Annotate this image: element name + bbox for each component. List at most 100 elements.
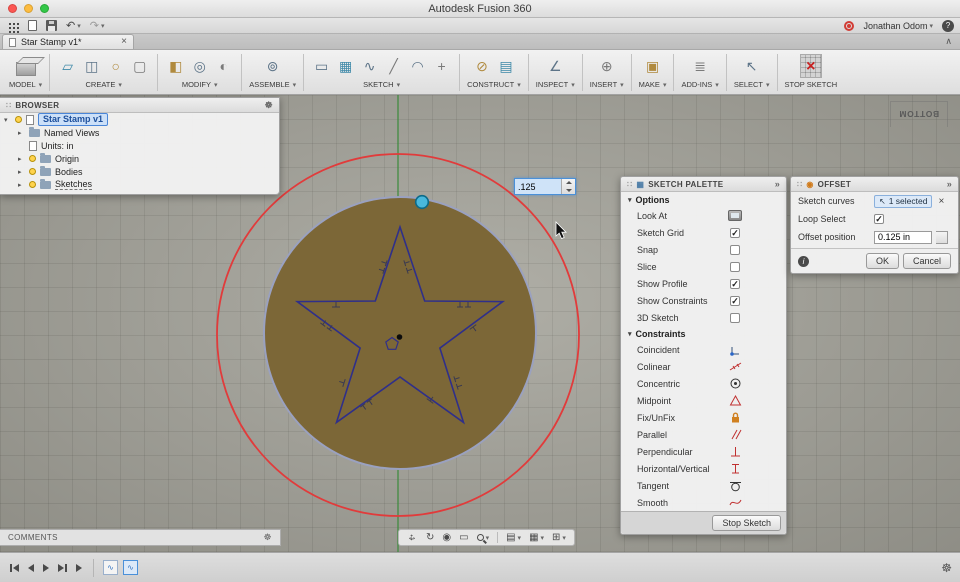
constraint-concentric[interactable]: Concentric bbox=[621, 375, 786, 392]
data-panel-icon[interactable] bbox=[9, 23, 11, 25]
toolbar-menu-select[interactable]: SELECT▾ bbox=[734, 80, 770, 89]
pattern-tool-icon[interactable]: ▦ bbox=[335, 54, 356, 78]
fillet-icon[interactable]: ◎ bbox=[189, 54, 210, 78]
cancel-button[interactable]: Cancel bbox=[903, 253, 951, 269]
offset-distance-stepper[interactable] bbox=[561, 179, 575, 194]
sketch-palette-header[interactable]: ∷ ▦ SKETCH PALETTE » bbox=[621, 177, 786, 192]
loop-select-checkbox[interactable]: ✓ bbox=[874, 214, 884, 224]
constraint-smooth[interactable]: Smooth bbox=[621, 494, 786, 511]
viewports-menu[interactable]: ⊞▾ bbox=[552, 532, 566, 543]
browser-item-label[interactable]: Named Views bbox=[44, 128, 99, 138]
show-profile-checkbox[interactable]: ✓ bbox=[730, 279, 740, 289]
timeline-feature-sketch-active[interactable]: ∿ bbox=[123, 560, 138, 575]
chevron-up-icon[interactable]: ∧ bbox=[945, 36, 958, 49]
visibility-bulb-icon[interactable] bbox=[15, 116, 22, 123]
3d-sketch-checkbox[interactable] bbox=[730, 313, 740, 323]
browser-item-label[interactable]: Star Stamp v1 bbox=[38, 113, 108, 126]
undo-button[interactable]: ↶ ▾ bbox=[66, 19, 81, 33]
gear-icon[interactable]: ☸ bbox=[941, 561, 952, 575]
toolbar-menu-make[interactable]: MAKE▾ bbox=[639, 80, 667, 89]
constraint-tangent[interactable]: Tangent bbox=[621, 477, 786, 494]
selection-badge[interactable]: ↖ 1 selected bbox=[874, 195, 932, 208]
constraint-perpendicular[interactable]: Perpendicular bbox=[621, 443, 786, 460]
constraint-parallel[interactable]: Parallel bbox=[621, 426, 786, 443]
shell-icon[interactable]: ◐ bbox=[213, 54, 234, 78]
visibility-bulb-icon[interactable] bbox=[29, 168, 36, 175]
chevron-right-icon[interactable]: ▸ bbox=[18, 168, 25, 176]
stepper-up-icon[interactable] bbox=[562, 179, 575, 187]
constraint-fix-unfix[interactable]: Fix/UnFix bbox=[621, 409, 786, 426]
visibility-bulb-icon[interactable] bbox=[29, 155, 36, 162]
line-tool-icon[interactable]: ╱ bbox=[383, 54, 404, 78]
info-icon[interactable]: i bbox=[798, 256, 809, 267]
model-workspace-icon[interactable] bbox=[15, 54, 36, 78]
go-to-end-button[interactable] bbox=[74, 564, 84, 572]
stop-sketch-button[interactable]: STOP SKETCH bbox=[785, 80, 838, 89]
viewcube[interactable]: BOTTOM bbox=[890, 101, 948, 127]
constraint-midpoint[interactable]: Midpoint bbox=[621, 392, 786, 409]
close-tab-icon[interactable]: × bbox=[121, 36, 127, 48]
sphere-primitive-icon[interactable]: ○ bbox=[105, 54, 126, 78]
toolbar-menu-create[interactable]: CREATE▾ bbox=[85, 80, 121, 89]
dimension-tool-icon[interactable]: + bbox=[431, 54, 452, 78]
browser-item-named-views[interactable]: ▸ Named Views bbox=[0, 126, 279, 139]
press-pull-icon[interactable]: ◧ bbox=[165, 54, 186, 78]
comments-bar[interactable]: COMMENTS ☸ bbox=[0, 529, 281, 546]
step-back-button[interactable] bbox=[26, 564, 36, 572]
body-profile-circle[interactable] bbox=[264, 197, 536, 469]
visibility-bulb-icon[interactable] bbox=[29, 181, 36, 188]
browser-item-sketches[interactable]: ▸ Sketches bbox=[0, 178, 279, 191]
toolbar-menu-addins[interactable]: ADD-INS▾ bbox=[681, 80, 718, 89]
box-primitive-icon[interactable]: ◫ bbox=[81, 54, 102, 78]
browser-item-units[interactable]: Units: in bbox=[0, 139, 279, 152]
create-sketch-icon[interactable]: ▱ bbox=[57, 54, 78, 78]
make-icon[interactable]: ▣ bbox=[642, 54, 663, 78]
chevron-right-icon[interactable]: ▸ bbox=[18, 181, 25, 189]
browser-panel-header[interactable]: ∷ BROWSER ☸ bbox=[0, 98, 279, 113]
grid-settings-menu[interactable]: ▦▾ bbox=[529, 532, 544, 543]
rectangle-tool-icon[interactable]: ▭ bbox=[311, 54, 332, 78]
expand-panel-icon[interactable]: » bbox=[947, 179, 952, 189]
toolbar-menu-assemble[interactable]: ASSEMBLE▾ bbox=[249, 80, 296, 89]
chevron-down-icon[interactable]: ▾ bbox=[4, 116, 11, 124]
help-icon[interactable]: ? bbox=[942, 20, 954, 32]
offset-plane-icon[interactable]: ▤ bbox=[495, 54, 516, 78]
constraint-horizontal-vertical[interactable]: Horizontal/Vertical bbox=[621, 460, 786, 477]
options-section-header[interactable]: Options bbox=[621, 192, 786, 207]
redo-button[interactable]: ↷ ▾ bbox=[90, 19, 105, 33]
selected-sketch-point[interactable] bbox=[416, 196, 429, 209]
orbit-icon[interactable]: ↻ bbox=[426, 532, 434, 543]
toolbar-menu-model[interactable]: MODEL▾ bbox=[9, 80, 42, 89]
sketch-grid-checkbox[interactable]: ✓ bbox=[730, 228, 740, 238]
browser-item-bodies[interactable]: ▸ Bodies bbox=[0, 165, 279, 178]
file-menu-icon[interactable] bbox=[28, 20, 37, 31]
browser-item-root[interactable]: ▾ Star Stamp v1 bbox=[0, 113, 279, 126]
gear-icon[interactable]: ☸ bbox=[264, 532, 272, 543]
browser-item-label[interactable]: Sketches bbox=[55, 179, 92, 190]
offset-position-stepper[interactable] bbox=[936, 231, 948, 244]
stepper-down-icon[interactable] bbox=[562, 187, 575, 195]
show-constraints-checkbox[interactable]: ✓ bbox=[730, 296, 740, 306]
chevron-right-icon[interactable]: ▸ bbox=[18, 129, 25, 137]
form-icon[interactable]: ▢ bbox=[129, 54, 150, 78]
toolbar-menu-sketch[interactable]: SKETCH▾ bbox=[363, 80, 400, 89]
joint-icon[interactable]: ⊚ bbox=[262, 54, 283, 78]
slice-checkbox[interactable] bbox=[730, 262, 740, 272]
browser-item-label[interactable]: Origin bbox=[55, 154, 79, 164]
snap-checkbox[interactable] bbox=[730, 245, 740, 255]
chevron-right-icon[interactable]: ▸ bbox=[18, 155, 25, 163]
constraints-section-header[interactable]: Constraints bbox=[621, 326, 786, 341]
zoom-window-icon[interactable]: ▭ bbox=[459, 532, 468, 543]
toolbar-menu-construct[interactable]: CONSTRUCT▾ bbox=[467, 80, 521, 89]
origin-point[interactable] bbox=[397, 334, 403, 340]
sketch-canvas[interactable]: BOTTOM ∷ BROWSER ☸ ▾ Star Stamp v1 ▸ Nam… bbox=[0, 95, 960, 552]
step-forward-button[interactable] bbox=[56, 564, 69, 572]
save-icon[interactable] bbox=[46, 20, 57, 31]
insert-icon[interactable]: ⊕ bbox=[596, 54, 617, 78]
play-button[interactable] bbox=[41, 564, 51, 572]
browser-item-label[interactable]: Bodies bbox=[55, 167, 83, 177]
browser-item-label[interactable]: Units: in bbox=[41, 141, 74, 151]
timeline-feature-sketch[interactable]: ∿ bbox=[103, 560, 118, 575]
constraint-coincident[interactable]: Coincident bbox=[621, 341, 786, 358]
offset-position-input[interactable] bbox=[874, 231, 932, 244]
